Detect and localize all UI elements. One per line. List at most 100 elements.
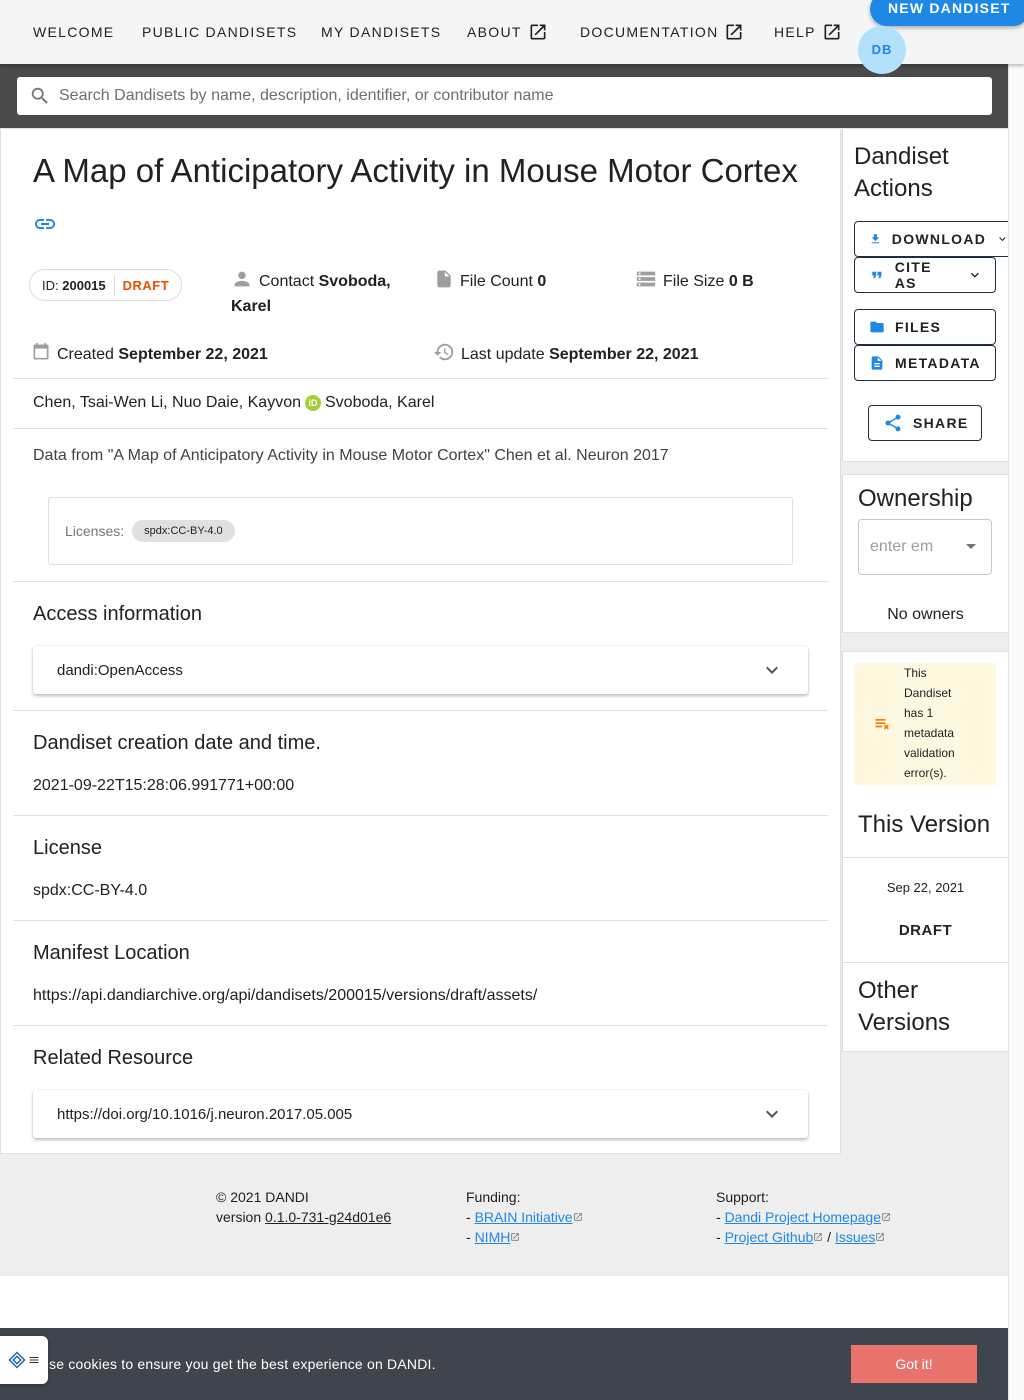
related-resource-value: https://doi.org/10.1016/j.neuron.2017.05… <box>57 1105 353 1123</box>
external-link-icon <box>573 1213 582 1221</box>
search-input[interactable] <box>59 87 959 105</box>
nimh-link[interactable]: NIMH <box>475 1229 511 1245</box>
cookie-settings-widget[interactable] <box>0 1336 48 1384</box>
list-dash: - <box>466 1229 471 1245</box>
actions-title-line2: Actions <box>854 175 933 202</box>
support-title: Support: <box>716 1189 769 1205</box>
created-value: September 22, 2021 <box>118 346 268 363</box>
share-icon <box>885 414 901 432</box>
updated-value: September 22, 2021 <box>549 346 699 363</box>
cite-as-label: CITE AS <box>894 259 932 291</box>
external-link-icon <box>814 1233 823 1241</box>
divider <box>13 1025 828 1026</box>
divider <box>842 962 1009 963</box>
footer-support-col: Support: - Dandi Project Homepage - Proj… <box>716 1187 891 1247</box>
cookie-banner: se cookies to ensure you get the best ex… <box>0 1328 1008 1400</box>
top-navbar: WELCOME PUBLIC DANDISETS MY DANDISETS AB… <box>0 0 1024 74</box>
orcid-icon[interactable]: iD <box>305 395 321 411</box>
contact-name-second: Karel <box>231 298 272 315</box>
version-link[interactable]: 0.1.0-731-g24d01e6 <box>265 1209 391 1225</box>
nav-public-dandisets[interactable]: PUBLIC DANDISETS <box>142 22 297 42</box>
nav-about-label: ABOUT <box>467 24 522 40</box>
license-value: spdx:CC-BY-4.0 <box>33 882 148 899</box>
contributors-list: Chen, Tsai-Wen Li, Nuo Daie, Kayvon iD S… <box>33 394 434 412</box>
nav-welcome-label: WELCOME <box>33 24 115 40</box>
id-text: ID: 200015 <box>42 278 106 293</box>
contact-field: Contact Svoboda, Karel <box>231 268 401 319</box>
version-item[interactable]: Sep 22, 2021 DRAFT <box>842 857 1009 962</box>
warning-line: validation <box>904 746 955 760</box>
cookie-accept-button[interactable]: Got it! <box>851 1345 977 1383</box>
nav-documentation[interactable]: DOCUMENTATION <box>580 22 744 42</box>
external-link-icon <box>530 24 546 40</box>
issues-link[interactable]: Issues <box>835 1229 875 1245</box>
dandiset-title: A Map of Anticipatory Activity in Mouse … <box>33 152 798 189</box>
menu-icon <box>29 1357 39 1363</box>
cite-as-button[interactable]: CITE AS <box>854 257 996 293</box>
cookie-text: se cookies to ensure you get the best ex… <box>49 1356 436 1372</box>
metadata-button[interactable]: METADATA <box>854 345 996 381</box>
nav-public-dandisets-label: PUBLIC DANDISETS <box>142 24 298 40</box>
file-size-field: File Size 0 B <box>635 268 754 294</box>
related-resource-expander[interactable]: https://doi.org/10.1016/j.neuron.2017.05… <box>33 1090 808 1138</box>
new-dandiset-button[interactable]: NEW DANDISET <box>870 0 1024 26</box>
access-info-expander[interactable]: dandi:OpenAccess <box>33 646 808 694</box>
access-info-title: Access information <box>33 603 202 625</box>
nav-welcome[interactable]: WELCOME <box>33 22 114 42</box>
contributors-text: Chen, Tsai-Wen Li, Nuo Daie, Kayvon <box>33 394 301 411</box>
brain-initiative-link[interactable]: BRAIN Initiative <box>475 1209 573 1225</box>
list-dash: - <box>716 1229 721 1245</box>
created-field: Created September 22, 2021 <box>31 341 268 367</box>
validation-warning[interactable]: This Dandiset has 1 metadata validation … <box>854 663 996 785</box>
page-scrollbar[interactable] <box>1008 64 1024 1400</box>
other-versions-title: Other Versions <box>858 975 950 1039</box>
divider <box>13 581 828 582</box>
link-icon[interactable] <box>33 212 57 236</box>
cookie-settings-icon <box>8 1351 26 1369</box>
nav-help[interactable]: HELP <box>774 22 842 42</box>
link-separator: / <box>827 1229 832 1245</box>
updated-label: Last update <box>461 346 545 363</box>
download-button[interactable]: DOWNLOAD <box>854 221 1014 257</box>
external-link-icon <box>511 1233 520 1241</box>
share-button[interactable]: SHARE <box>868 405 982 441</box>
list-dash: - <box>466 1209 471 1225</box>
external-link-icon <box>824 24 840 40</box>
playlist-remove-icon <box>875 719 889 730</box>
folder-icon <box>870 321 884 333</box>
copyright-text: © 2021 DANDI <box>216 1189 309 1205</box>
contact-name-first: Svoboda, <box>318 273 391 290</box>
owner-select[interactable]: enter em <box>858 519 992 575</box>
chip-divider <box>113 275 115 295</box>
github-link[interactable]: Project Github <box>725 1229 814 1245</box>
files-button[interactable]: FILES <box>854 309 996 345</box>
warning-line: Dandiset <box>904 686 952 700</box>
license-title: License <box>33 837 102 859</box>
version-status: DRAFT <box>898 922 953 939</box>
avatar-initials: DB <box>871 42 893 57</box>
share-label: SHARE <box>913 415 969 431</box>
footer-copyright-col: © 2021 DANDI version 0.1.0-731-g24d01e6 <box>216 1187 391 1227</box>
divider <box>13 815 828 816</box>
creation-date-title: Dandiset creation date and time. <box>33 732 321 754</box>
this-version-title: This Version <box>858 811 991 838</box>
history-icon <box>433 343 454 361</box>
license-chip: spdx:CC-BY-4.0 <box>132 520 235 542</box>
metadata-label: METADATA <box>895 355 981 371</box>
warning-line: error(s). <box>904 766 947 780</box>
nav-my-dandisets[interactable]: MY DANDISETS <box>321 22 441 42</box>
owner-select-placeholder: enter em <box>870 538 934 555</box>
created-label: Created <box>57 346 114 363</box>
divider <box>13 428 828 429</box>
file-count-label: File Count <box>460 273 533 290</box>
nav-about[interactable]: ABOUT <box>467 22 548 42</box>
version-label: version <box>216 1209 262 1225</box>
manifest-title: Manifest Location <box>33 942 190 964</box>
divider <box>13 710 828 711</box>
file-icon <box>437 270 451 288</box>
homepage-link[interactable]: Dandi Project Homepage <box>725 1209 881 1225</box>
chevron-down-icon <box>971 272 980 278</box>
user-avatar[interactable]: DB <box>858 26 906 74</box>
footer-funding-col: Funding: - BRAIN Initiative - NIMH <box>466 1187 583 1247</box>
search-box <box>17 77 992 115</box>
